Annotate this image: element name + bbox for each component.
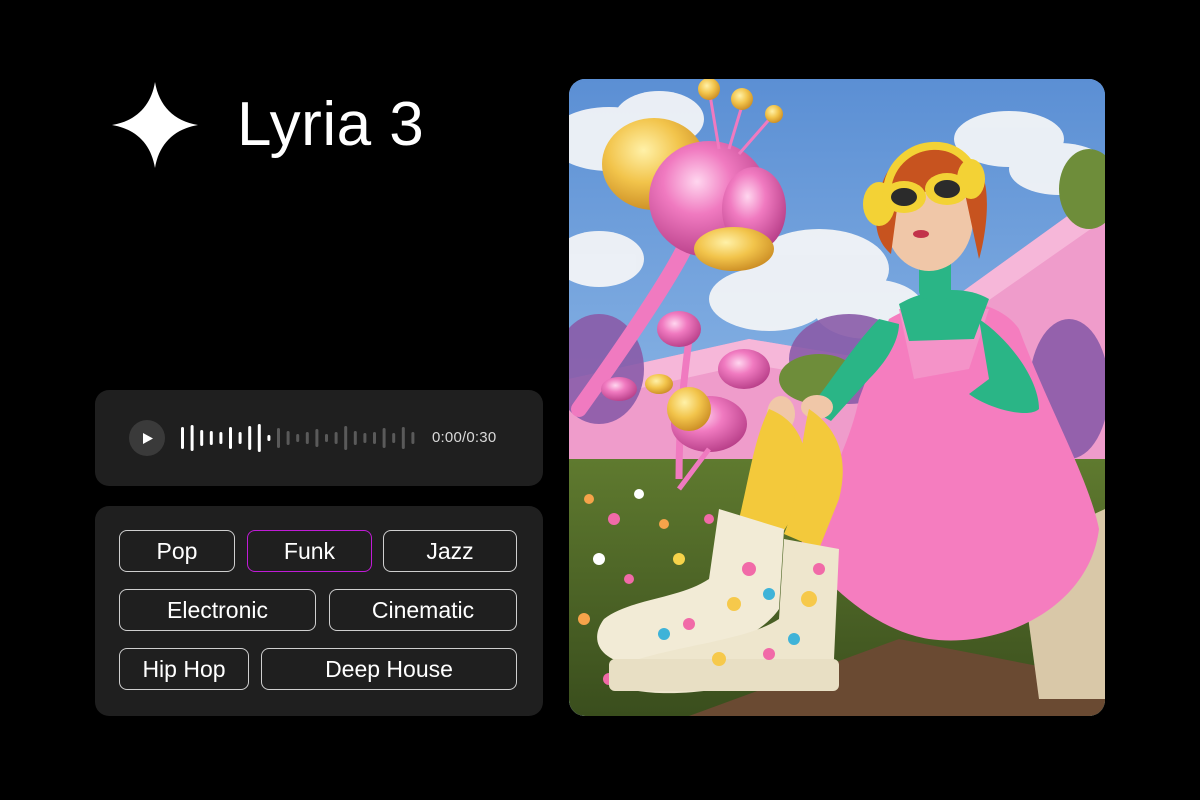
- waveform-bar: [353, 431, 357, 445]
- waveform-bar: [334, 432, 338, 444]
- waveform-bar: [229, 427, 232, 449]
- waveform-bar: [401, 427, 405, 449]
- genre-chip-jazz[interactable]: Jazz: [383, 530, 517, 572]
- waveform-bar: [267, 435, 271, 441]
- waveform-bar: [392, 433, 396, 443]
- waveform-bar: [305, 432, 309, 444]
- brand-header: Lyria 3: [110, 80, 424, 170]
- waveform[interactable]: [179, 412, 419, 464]
- hero-photo: [569, 79, 1105, 716]
- genre-chip-hip-hop[interactable]: Hip Hop: [119, 648, 249, 690]
- waveform-bar: [190, 425, 194, 451]
- genre-chip-funk[interactable]: Funk: [247, 530, 372, 572]
- play-icon: [143, 433, 153, 444]
- waveform-bar: [238, 432, 242, 444]
- waveform-bar: [373, 432, 376, 444]
- waveform-bar: [277, 428, 280, 448]
- waveform-bar: [344, 426, 348, 450]
- waveform-bar: [325, 434, 328, 442]
- genre-chip-deep-house[interactable]: Deep House: [261, 648, 517, 690]
- genre-chip-pop[interactable]: Pop: [119, 530, 235, 572]
- sparkle-star-icon: [112, 82, 198, 168]
- play-button[interactable]: [129, 420, 165, 456]
- waveform-bar: [209, 431, 213, 445]
- waveform-bar: [411, 432, 415, 444]
- waveform-bar: [296, 434, 300, 442]
- waveform-bar: [382, 428, 386, 448]
- playback-time: 0:00/0:30: [432, 429, 497, 446]
- waveform-bar: [257, 424, 261, 452]
- audio-player: 0:00/0:30: [95, 390, 543, 486]
- genre-chip-cinematic[interactable]: Cinematic: [329, 589, 517, 631]
- hero-photo-illustration: [569, 79, 1105, 716]
- waveform-bar: [248, 426, 252, 450]
- waveform-bar: [363, 433, 367, 443]
- waveform-bar: [200, 430, 204, 446]
- app-title: Lyria 3: [237, 90, 425, 159]
- waveform-bar: [286, 431, 290, 445]
- genre-selector: Pop Funk Jazz Electronic Cinematic Hip H…: [95, 506, 543, 716]
- waveform-bar: [181, 427, 184, 449]
- waveform-bar: [315, 429, 319, 447]
- genre-chip-electronic[interactable]: Electronic: [119, 589, 316, 631]
- waveform-bar: [219, 432, 223, 444]
